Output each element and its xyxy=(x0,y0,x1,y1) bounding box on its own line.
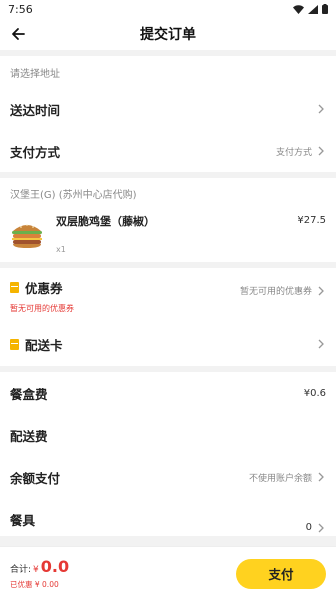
delivery-card-icon xyxy=(10,338,19,350)
checkout-bar: 合计: ¥ 0.0 已优惠 ¥ 0.00 支付 xyxy=(0,546,336,600)
delivery-fee-label: 配送费 xyxy=(10,428,48,444)
tableware-label: 餐具 xyxy=(10,513,36,528)
delivery-fee-row: 配送费 xyxy=(0,414,336,456)
back-button[interactable] xyxy=(8,24,28,44)
food-quantity: x1 xyxy=(56,245,66,254)
tableware-value: 0 xyxy=(305,522,312,533)
balance-payment-value: 不使用账户余额 xyxy=(248,473,312,484)
coupon-hint: 暂无可用的优惠券 xyxy=(10,304,74,313)
status-bar: 7:56 xyxy=(0,0,336,18)
address-placeholder: 请选择地址 xyxy=(10,68,60,80)
battery-icon xyxy=(322,4,328,14)
delivery-time-label: 送达时间 xyxy=(10,102,61,118)
order-items-card: 汉堡王(G) (苏州中心店代购) 双层脆鸡堡（藤椒） x1 ¥27.5 xyxy=(0,178,336,262)
list-item: 双层脆鸡堡（藤椒） x1 ¥27.5 xyxy=(0,205,336,262)
page-title: 提交订单 xyxy=(140,27,196,43)
discount-card: 优惠券 暂无可用的优惠券 暂无可用的优惠券 配送卡 xyxy=(0,268,336,366)
box-fee-value: ¥0.6 xyxy=(303,387,326,399)
coupon-icon xyxy=(10,282,19,293)
payment-method-value: 支付方式 xyxy=(275,147,312,158)
box-fee-row: 餐盒费 ¥0.6 xyxy=(0,372,336,414)
total-amount: 0.0 xyxy=(40,557,70,576)
food-name: 双层脆鸡堡（藤椒） xyxy=(56,215,155,228)
balance-payment-row[interactable]: 余额支付 不使用账户余额 xyxy=(0,456,336,498)
signal-icon xyxy=(308,4,318,14)
chevron-right-icon xyxy=(318,523,324,532)
delivery-info-card: 请选择地址 送达时间 支付方式 支付方式 xyxy=(0,56,336,172)
status-time: 7:56 xyxy=(8,2,33,16)
box-fee-label: 餐盒费 xyxy=(10,386,48,402)
back-arrow-icon xyxy=(12,28,25,40)
delivery-card-label: 配送卡 xyxy=(25,337,63,353)
food-price: ¥27.5 xyxy=(297,215,326,226)
payment-method-row[interactable]: 支付方式 支付方式 xyxy=(0,130,336,172)
balance-payment-label: 余额支付 xyxy=(10,470,61,486)
nav-bar: 提交订单 xyxy=(0,18,336,50)
total-currency: ¥ xyxy=(33,565,39,575)
coupon-value: 暂无可用的优惠券 xyxy=(239,287,312,297)
tableware-row[interactable]: 餐具 0 xyxy=(0,498,336,536)
total-summary: 合计: ¥ 0.0 已优惠 ¥ 0.00 xyxy=(10,557,69,590)
address-selector[interactable]: 请选择地址 xyxy=(0,56,336,88)
wifi-icon xyxy=(293,4,304,14)
payment-method-label: 支付方式 xyxy=(10,144,61,160)
coupon-row[interactable]: 优惠券 暂无可用的优惠券 暂无可用的优惠券 xyxy=(0,268,336,322)
status-icons xyxy=(293,4,328,14)
chevron-right-icon xyxy=(318,286,324,295)
chevron-right-icon xyxy=(318,104,324,114)
discount-summary: 已优惠 ¥ 0.00 xyxy=(10,580,59,589)
pay-button[interactable]: 支付 xyxy=(236,558,326,589)
chevron-right-icon xyxy=(318,146,324,156)
delivery-card-row[interactable]: 配送卡 xyxy=(0,322,336,366)
total-label: 合计: xyxy=(10,565,32,575)
coupon-label: 优惠券 xyxy=(25,281,63,296)
chevron-right-icon xyxy=(318,472,324,482)
delivery-time-row[interactable]: 送达时间 xyxy=(0,88,336,130)
chevron-right-icon xyxy=(318,339,324,349)
shop-name: 汉堡王(G) (苏州中心店代购) xyxy=(10,190,137,201)
fees-card: 餐盒费 ¥0.6 配送费 余额支付 不使用账户余额 餐具 0 xyxy=(0,372,336,536)
burger-image xyxy=(12,224,42,248)
